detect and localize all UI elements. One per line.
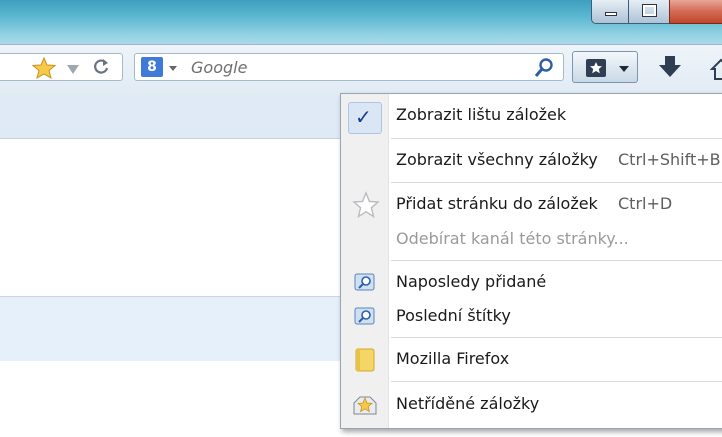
folder-icon [354,348,376,376]
chevron-down-icon [619,66,629,72]
menu-item-label: Přidat stránku do záložek [396,194,598,213]
url-bar[interactable] [0,53,123,81]
star-outline-icon [352,191,380,223]
menu-item-label: Zobrazit všechny záložky [396,150,598,169]
navigation-toolbar: 8 [0,44,722,96]
minimize-icon [605,12,617,16]
menu-separator [391,381,722,382]
unsorted-bookmarks-icon [352,393,378,421]
minimize-button[interactable] [591,0,629,24]
menu-item-recently-bookmarked[interactable]: Naposledy přidané [341,269,722,297]
checkmark-icon: ✓ [355,105,372,129]
download-icon[interactable] [656,54,684,84]
menu-icon-gutter [341,94,389,428]
menu-item-label: Odebírat kanál této stránky... [396,229,629,248]
bookmarks-dropdown-menu: ✓ Zobrazit lištu záložek Zobrazit všechn… [340,93,722,429]
menu-item-unsorted-bookmarks[interactable]: Netříděné záložky [341,391,722,419]
reload-icon[interactable] [91,57,111,81]
menu-item-label: Naposledy přidané [396,272,547,291]
maximize-icon [642,4,657,17]
menu-item-show-bookmarks-toolbar[interactable]: ✓ Zobrazit lištu záložek [341,102,722,134]
url-history-dropdown-icon[interactable] [67,65,79,74]
menu-separator [391,260,722,261]
menu-separator [391,337,722,338]
search-go-icon[interactable] [533,57,555,83]
menu-item-label: Zobrazit lištu záložek [396,105,567,124]
menu-item-recent-tags[interactable]: Poslední štítky [341,303,722,331]
menu-item-mozilla-firefox-folder[interactable]: Mozilla Firefox [341,346,722,374]
menu-separator [391,138,722,139]
menu-item-show-all-bookmarks[interactable]: Zobrazit všechny záložky Ctrl+Shift+B [341,147,722,175]
menu-item-label: Netříděné záložky [396,394,540,413]
menu-item-shortcut: Ctrl+D [618,194,673,213]
menu-item-bookmark-this-page[interactable]: Přidat stránku do záložek Ctrl+D [341,191,722,219]
close-window-button[interactable] [669,0,722,24]
maximize-button[interactable] [628,0,670,24]
bookmarks-star-icon [585,58,607,82]
search-engine-google-icon[interactable]: 8 [141,57,163,77]
star-icon[interactable] [31,56,57,83]
menu-item-label: Mozilla Firefox [396,349,510,368]
smart-folder-icon [354,271,376,297]
smart-folder-icon [354,305,376,331]
menu-separator [391,182,722,183]
search-engine-dropdown-icon[interactable] [169,66,177,71]
menu-item-shortcut: Ctrl+Shift+B [618,150,721,169]
menu-item-subscribe-feed: Odebírat kanál této stránky... [341,226,722,254]
bookmarks-menu-button[interactable] [572,51,638,83]
home-icon[interactable] [710,58,722,80]
search-input[interactable] [191,57,521,77]
search-bar[interactable]: 8 [134,53,564,81]
menu-item-label: Poslední štítky [396,306,511,325]
